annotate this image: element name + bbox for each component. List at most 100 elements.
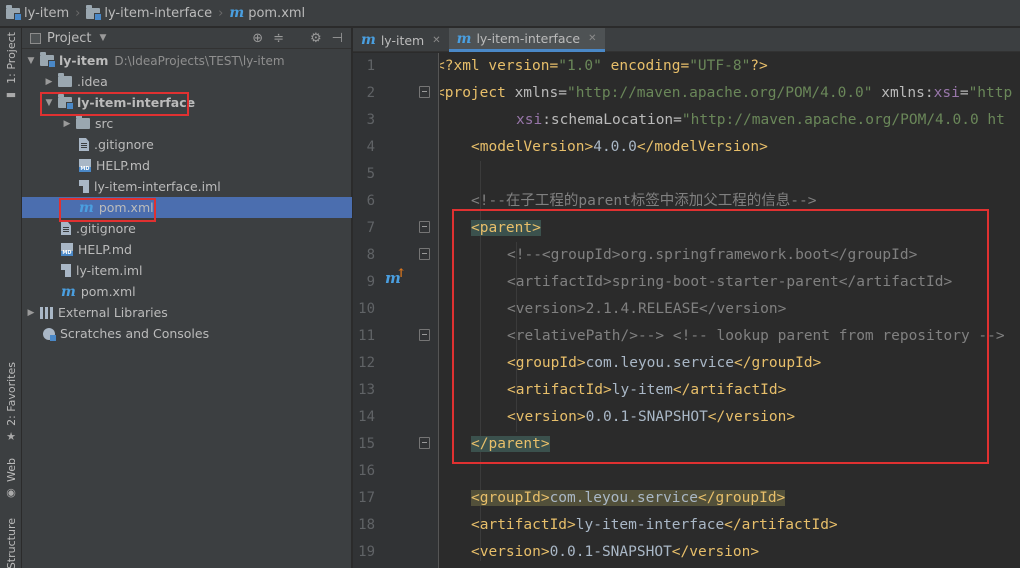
markdown-file-icon xyxy=(61,243,73,256)
fold-marker-icon[interactable] xyxy=(419,86,430,98)
line-number: 6 xyxy=(366,193,375,209)
line-number: 12 xyxy=(358,355,375,371)
maven-icon: m xyxy=(456,30,472,47)
collapse-arrow-icon[interactable]: ▶ xyxy=(25,308,37,318)
tree-item-label: Scratches and Consoles xyxy=(60,326,210,341)
code-line-6: <!--在子工程的parent标签中添加父工程的信息--> xyxy=(471,193,817,209)
collapse-all-icon[interactable]: ≑ xyxy=(273,31,284,46)
line-number: 7 xyxy=(366,220,375,236)
tool-tab-favorites[interactable]: 2: Favorites ★ xyxy=(0,362,22,443)
tree-item-idea[interactable]: ▶ .idea xyxy=(22,71,352,92)
chevron-down-icon[interactable]: ▼ xyxy=(99,33,106,43)
tree-item-label: pom.xml xyxy=(80,284,136,299)
expand-arrow-icon[interactable]: ▼ xyxy=(25,56,37,66)
tree-item-src[interactable]: ▶ src xyxy=(22,113,352,134)
maven-icon: m xyxy=(61,283,76,300)
tree-item-label: HELP.md xyxy=(78,242,132,257)
code-line-19: <version>0.0.1-SNAPSHOT</version> xyxy=(471,544,760,560)
iml-file-icon xyxy=(61,264,71,277)
collapse-arrow-icon[interactable]: ▶ xyxy=(61,119,73,129)
chevron-right-icon: › xyxy=(218,5,224,21)
tool-tab-web[interactable]: Web ◉ xyxy=(0,458,22,499)
editor-tabs: m ly-item ✕ m ly-item-interface ✕ xyxy=(353,28,1020,52)
locate-icon[interactable]: ⊕ xyxy=(252,31,263,46)
tree-item-iml[interactable]: ly-item.iml xyxy=(22,260,352,281)
tree-item-ly-item[interactable]: ▼ ly-item D:\IdeaProjects\TEST\ly-item xyxy=(22,50,352,71)
breadcrumb-item-ly-item-interface[interactable]: ly-item-interface xyxy=(86,4,213,21)
tool-tab-project[interactable]: 1: Project ▬ xyxy=(0,32,22,101)
tree-item-scratches[interactable]: Scratches and Consoles xyxy=(22,323,352,344)
fold-marker-icon[interactable] xyxy=(419,221,430,233)
tree-item-label: .idea xyxy=(77,74,108,89)
tool-tab-structure[interactable]: Structure xyxy=(0,518,22,568)
tree-item-pom-xml[interactable]: m pom.xml xyxy=(22,197,352,218)
close-icon[interactable]: ✕ xyxy=(588,33,596,44)
code-line-17: <groupId>com.leyou.service</groupId> xyxy=(471,490,786,506)
breadcrumb: ly-item › ly-item-interface › m pom.xml xyxy=(0,0,1020,27)
breadcrumb-item-ly-item[interactable]: ly-item xyxy=(6,4,70,21)
tab-label: ly-item-interface xyxy=(476,31,581,46)
tool-tab-label: 2: Favorites xyxy=(4,362,18,426)
breadcrumb-label: ly-item xyxy=(24,5,70,21)
line-number: 9 xyxy=(366,274,375,290)
tree-item-gitignore[interactable]: .gitignore xyxy=(22,218,352,239)
panel-title[interactable]: Project xyxy=(47,31,91,46)
tree-item-label: .gitignore xyxy=(94,137,154,152)
hide-icon[interactable]: ⊣ xyxy=(332,31,343,46)
code-line-4: <modelVersion>4.0.0</modelVersion> xyxy=(471,139,768,155)
code-editor[interactable]: <?xml version="1.0" encoding="UTF-8"?> <… xyxy=(440,53,1020,568)
code-line-12: <groupId>com.leyou.service</groupId> xyxy=(507,355,822,371)
tree-item-pom-xml[interactable]: m pom.xml xyxy=(22,281,352,302)
code-line-9: <artifactId>spring-boot-starter-parent</… xyxy=(507,274,953,290)
code-line-7: <parent> xyxy=(471,220,541,236)
folder-icon xyxy=(58,73,72,87)
close-icon[interactable]: ✕ xyxy=(432,35,440,46)
scratch-icon xyxy=(43,327,56,341)
tree-item-gitignore[interactable]: .gitignore xyxy=(22,134,352,155)
code-line-15: </parent> xyxy=(471,436,550,452)
tree-item-help-md[interactable]: HELP.md xyxy=(22,155,352,176)
line-number: 2 xyxy=(366,85,375,101)
tree-item-external-libraries[interactable]: ▶ External Libraries xyxy=(22,302,352,323)
line-number: 19 xyxy=(358,544,375,560)
iml-file-icon xyxy=(79,180,89,193)
project-view-icon xyxy=(30,32,41,44)
tree-item-path: D:\IdeaProjects\TEST\ly-item xyxy=(114,53,285,68)
fold-marker-icon[interactable] xyxy=(419,248,430,260)
collapse-arrow-icon[interactable]: ▶ xyxy=(43,77,55,87)
module-folder-icon xyxy=(40,52,56,68)
line-number: 10 xyxy=(358,301,375,317)
code-line-13: <artifactId>ly-item</artifactId> xyxy=(507,382,787,398)
line-number: 11 xyxy=(358,328,375,344)
tool-tab-label: Web xyxy=(4,458,18,482)
line-number: 16 xyxy=(358,463,375,479)
tree-item-label: External Libraries xyxy=(58,305,168,320)
expand-arrow-icon[interactable]: ▼ xyxy=(43,98,55,108)
fold-marker-icon[interactable] xyxy=(419,437,430,449)
folder-icon xyxy=(76,115,90,129)
tab-ly-item[interactable]: m ly-item ✕ xyxy=(353,28,449,52)
gear-icon[interactable]: ⚙ xyxy=(310,31,322,46)
project-panel: Project ▼ ⊕ ≑ ⚙ ⊣ ▼ ly-item D:\IdeaProje… xyxy=(22,28,352,568)
text-file-icon xyxy=(61,222,71,235)
code-line-10: <version>2.1.4.RELEASE</version> xyxy=(507,301,787,317)
maven-overrides-icon[interactable]: m xyxy=(385,266,406,287)
tree-item-label: .gitignore xyxy=(76,221,136,236)
tab-label: ly-item xyxy=(380,32,425,48)
code-line-8: <!--<groupId>org.springframework.boot</g… xyxy=(507,247,918,263)
line-number: 18 xyxy=(358,517,375,533)
tree-item-ly-item-interface[interactable]: ▼ ly-item-interface xyxy=(22,92,352,113)
tab-ly-item-interface[interactable]: m ly-item-interface ✕ xyxy=(448,28,605,52)
code-line-11: <relativePath/>--> <!-- lookup parent fr… xyxy=(507,328,1005,344)
line-number: 14 xyxy=(358,409,375,425)
tree-item-help-md[interactable]: HELP.md xyxy=(22,239,352,260)
tree-item-iml[interactable]: ly-item-interface.iml xyxy=(22,176,352,197)
fold-marker-icon[interactable] xyxy=(419,329,430,341)
tree-item-label: src xyxy=(95,116,114,131)
editor-gutter: 1 2 3 4 5 6 7 8 9 10 11 12 13 14 15 16 1… xyxy=(353,53,439,568)
code-line-3: xsi:schemaLocation="http://maven.apache.… xyxy=(516,112,1005,128)
line-number: 8 xyxy=(366,247,375,263)
breadcrumb-item-pom[interactable]: m pom.xml xyxy=(229,6,305,21)
tree-item-label: HELP.md xyxy=(96,158,150,173)
breadcrumb-label: ly-item-interface xyxy=(104,5,213,21)
